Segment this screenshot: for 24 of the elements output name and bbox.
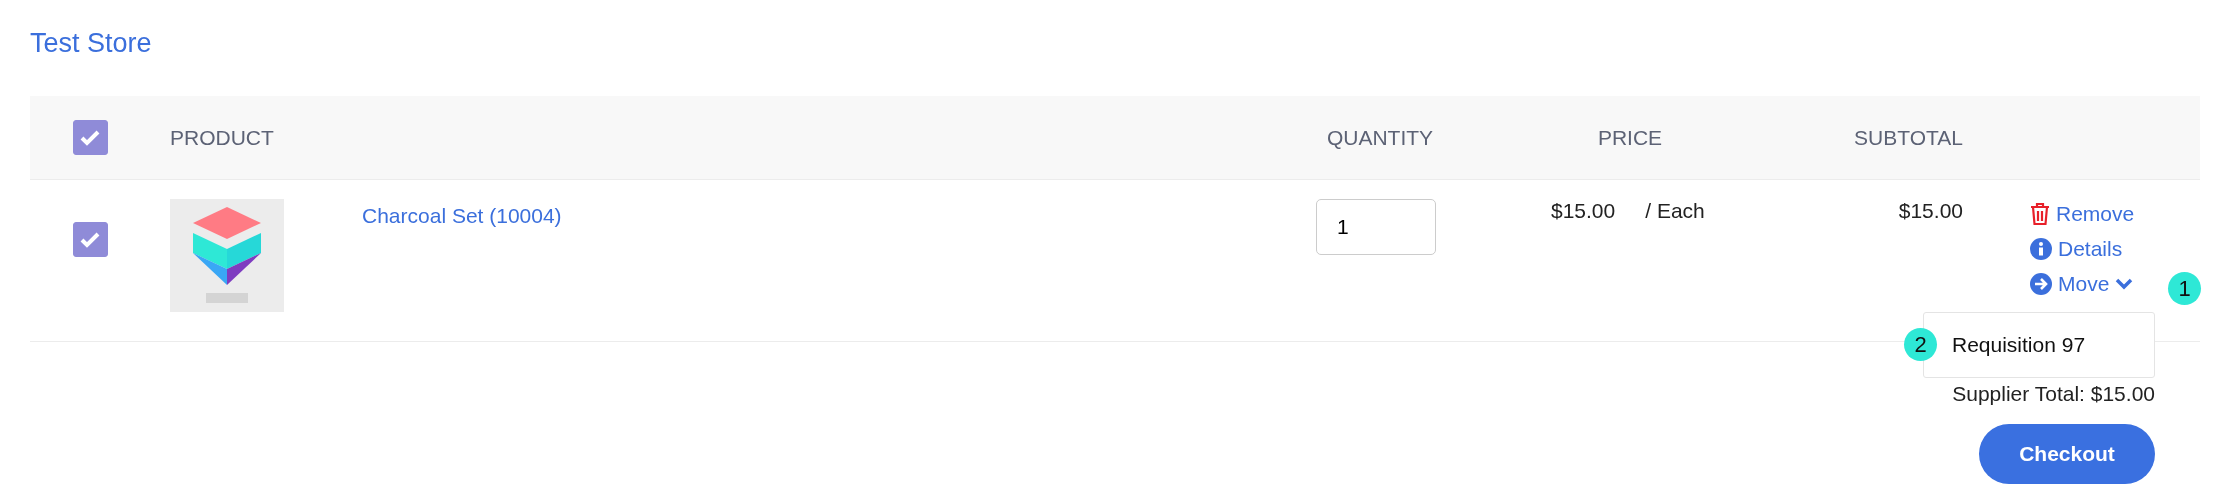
step-marker: 2 [1904, 328, 1937, 361]
price: $15.00 [1551, 199, 1616, 223]
checkbox[interactable] [72, 120, 108, 155]
checkout-button[interactable]: Checkout [1979, 424, 2155, 484]
menu-item[interactable]: Requisition 97 [1952, 333, 2086, 357]
remove-link[interactable]: Remove [2030, 202, 2135, 226]
supplier-total: Supplier Total: $15.00 [1952, 382, 2155, 406]
subtotal: $15.00 [1898, 199, 1963, 223]
column-header: QUANTITY [1326, 125, 1434, 150]
product-link[interactable]: Charcoal Set (10004) [362, 204, 562, 228]
trash-icon [2030, 202, 2050, 226]
step-marker: 1 [2168, 272, 2201, 305]
price-unit: / Each [1645, 199, 1705, 223]
arrow-right-icon [2030, 273, 2052, 295]
quantity-field[interactable]: 1 [1316, 199, 1436, 255]
move-link[interactable]: Move [2030, 272, 2134, 296]
checkbox[interactable] [72, 222, 108, 257]
column-header: PRODUCT [170, 125, 274, 150]
info-icon [2030, 238, 2052, 260]
details-link[interactable]: Details [2030, 237, 2123, 261]
store-title: Test Store [30, 28, 153, 60]
chevron-down-icon [2115, 278, 2134, 290]
column-header: PRICE [1597, 125, 1663, 150]
column-header: SUBTOTAL [1854, 125, 1964, 150]
